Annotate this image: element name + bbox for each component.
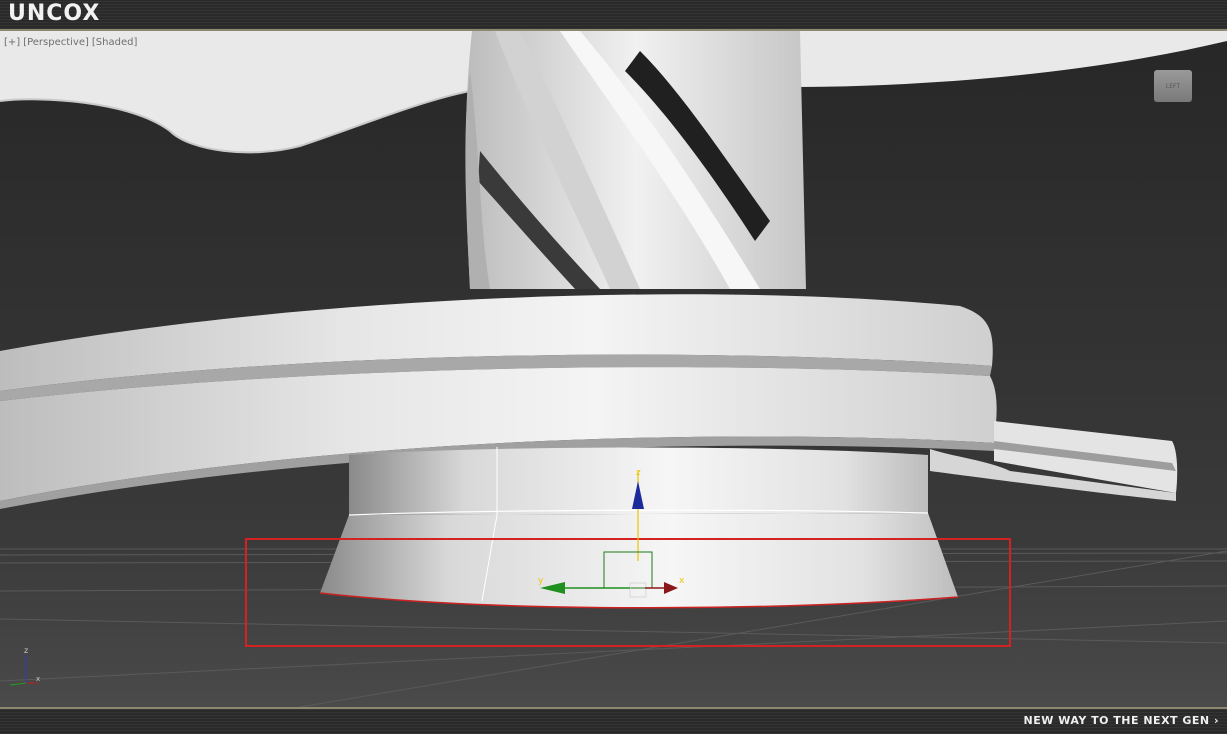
tagline-link[interactable]: NEW WAY TO THE NEXT GEN › (1024, 714, 1219, 727)
gizmo-x-label: x (679, 576, 685, 586)
viewport-view-menu[interactable]: [Perspective] (23, 37, 89, 48)
perspective-viewport[interactable]: z y x z x [+] [Perspective] [Shaded] LEF… (0, 29, 1227, 709)
scene-canvas[interactable]: z y x z x (0, 31, 1227, 707)
twisted-column (465, 31, 806, 289)
viewport-label: [+] [Perspective] [Shaded] (4, 37, 137, 48)
gizmo-z-label: z (636, 468, 641, 478)
uncox-logo: UNCOX (8, 1, 101, 26)
viewport-shading-menu[interactable]: [Shaded] (92, 37, 137, 48)
world-z-label: z (24, 646, 28, 655)
viewcube-face-label: LEFT (1165, 82, 1181, 90)
viewport-menu-plus[interactable]: [+] (4, 37, 20, 48)
top-bar: UNCOX (0, 0, 1227, 29)
bottom-bar: NEW WAY TO THE NEXT GEN › (0, 709, 1227, 734)
gizmo-y-label: y (538, 576, 544, 586)
world-x-label: x (36, 675, 40, 683)
viewcube[interactable]: LEFT (1154, 70, 1192, 102)
